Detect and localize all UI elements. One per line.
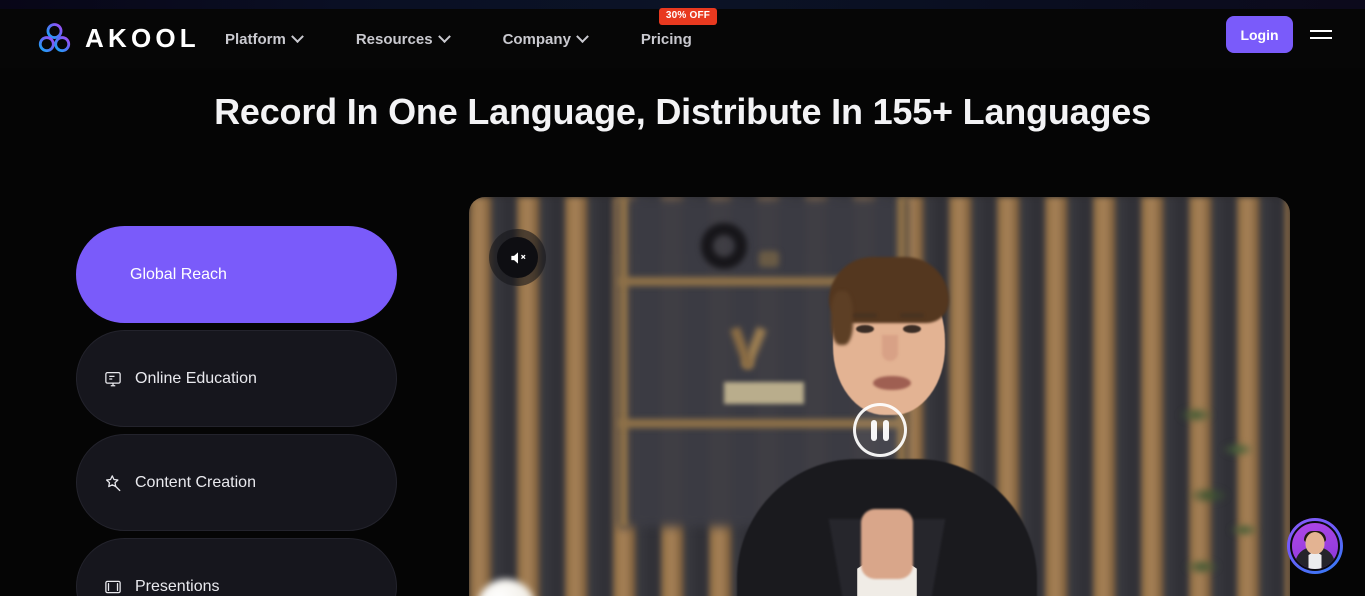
feature-item-presentions[interactable]: Presentions (76, 538, 397, 596)
feature-label: Content Creation (135, 473, 256, 491)
chevron-down-icon (290, 29, 304, 43)
feature-label: Presentions (135, 577, 220, 595)
chevron-down-icon (437, 29, 451, 43)
video-player[interactable] (469, 197, 1290, 596)
pause-button[interactable] (852, 403, 907, 458)
chat-avatar-widget[interactable] (1287, 518, 1343, 574)
nav-item-company[interactable]: Company (503, 25, 609, 54)
nav-item-resources[interactable]: Resources (356, 25, 471, 54)
pause-icon (882, 419, 889, 441)
feature-item-global-reach[interactable]: Global Reach (76, 226, 397, 323)
login-button[interactable]: Login (1226, 16, 1293, 53)
speaker-muted-icon (497, 237, 538, 278)
mute-button[interactable] (489, 229, 546, 286)
chevron-down-icon (576, 29, 589, 43)
discount-badge: 30% OFF (658, 7, 718, 25)
avatar-icon (1290, 521, 1340, 571)
feature-item-content-creation[interactable]: Content Creation (76, 434, 397, 531)
monitor-icon (105, 371, 121, 386)
feature-label: Global Reach (130, 265, 227, 283)
page-title: Record In One Language, Distribute In 15… (214, 91, 1151, 132)
nav-item-platform[interactable]: Platform (225, 25, 324, 54)
main-navigation: Platform Resources Company 30% OFF Prici… (225, 7, 718, 57)
nav-label: Platform (225, 30, 286, 48)
brand-logo[interactable]: AKOOL (36, 20, 200, 58)
feature-label: Online Education (135, 369, 257, 387)
magic-wand-icon (105, 474, 121, 491)
presentation-icon (105, 580, 121, 593)
page-root: AKOOL Platform Resources Company 30% OFF… (0, 0, 1365, 596)
feature-item-online-education[interactable]: Online Education (76, 330, 397, 427)
nav-item-pricing[interactable]: 30% OFF Pricing (640, 7, 718, 54)
nav-label: Resources (355, 30, 433, 48)
site-header: AKOOL Platform Resources Company 30% OFF… (0, 7, 1365, 68)
shelf-decor (619, 197, 628, 527)
hamburger-menu-icon[interactable] (1310, 26, 1332, 42)
nav-label: Pricing (640, 30, 692, 48)
brand-name: AKOOL (85, 23, 200, 53)
pause-icon (870, 419, 877, 441)
plant-decor (1160, 369, 1280, 596)
akool-logo-icon (38, 22, 71, 52)
feature-list: Global Reach Online Education Content Cr… (76, 226, 397, 596)
nav-label: Company (502, 30, 571, 48)
